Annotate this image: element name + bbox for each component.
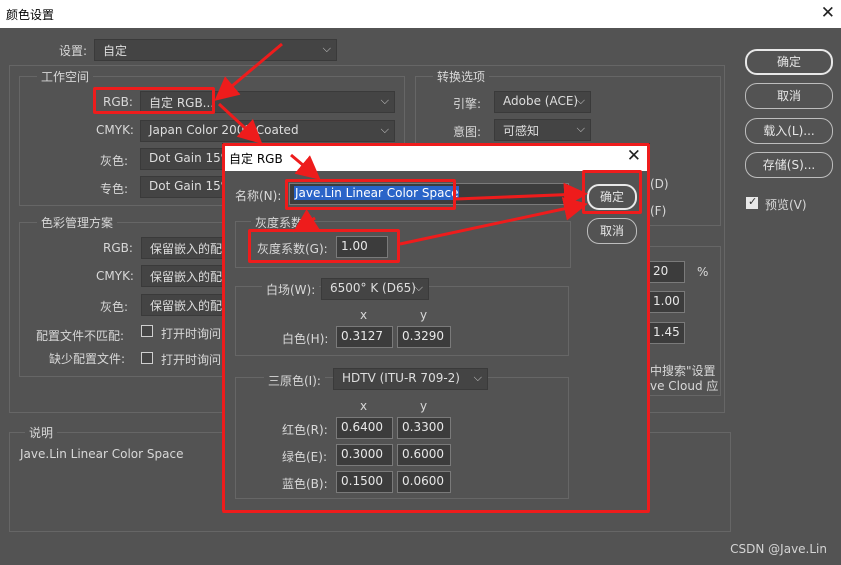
annotation-arrows xyxy=(214,42,588,246)
arrow-name-to-ok xyxy=(455,182,588,207)
arrow-settings-to-rgb xyxy=(214,42,283,101)
arrow-to-gamma xyxy=(292,209,320,233)
watermark: CSDN @Jave.Lin xyxy=(730,542,827,556)
arrow-title-to-name xyxy=(290,153,321,180)
arrow-gamma-to-ok xyxy=(399,197,588,246)
arrow-rgb-to-dialog xyxy=(217,102,263,145)
